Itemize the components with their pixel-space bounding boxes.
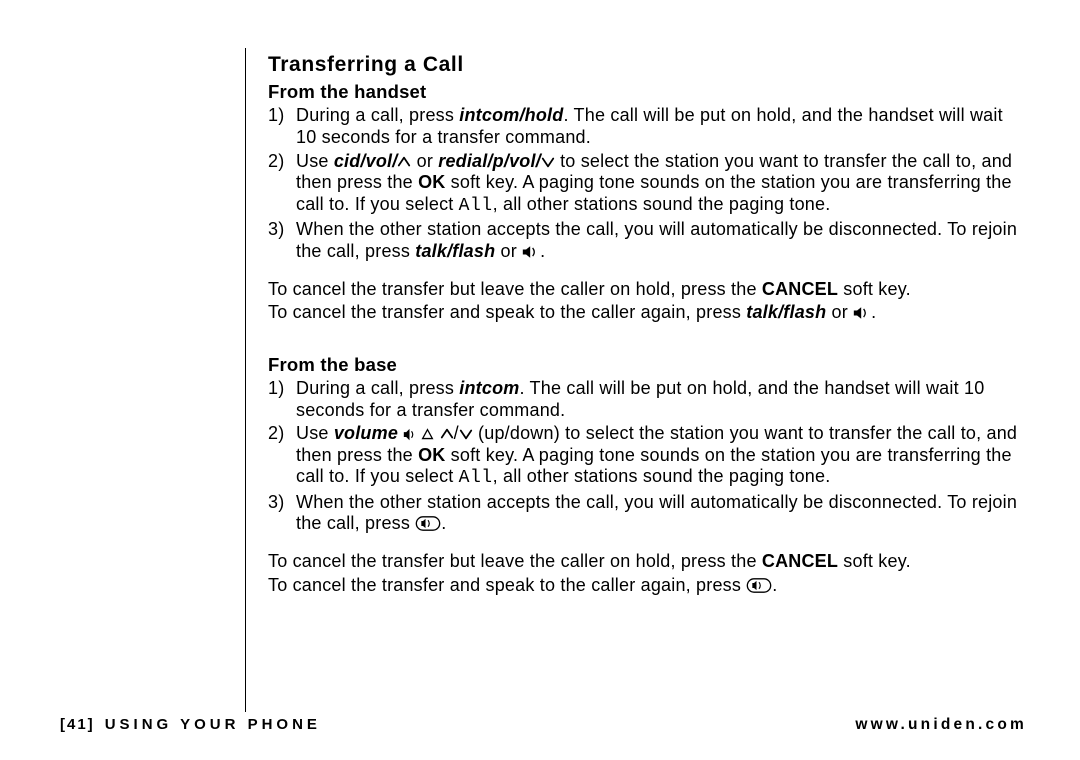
step-text: During a call, press intcom. The call wi… xyxy=(296,378,1028,421)
handset-steps: 1) During a call, press intcom/hold. The… xyxy=(268,105,1028,262)
ok-softkey: OK xyxy=(418,172,445,192)
cancel-softkey: CANCEL xyxy=(762,551,838,571)
speaker-button-icon xyxy=(746,578,772,593)
cancel-speak: To cancel the transfer and speak to the … xyxy=(268,302,1028,324)
step-number: 3) xyxy=(268,219,296,262)
step-text: Use volume / (up/down) to select the sta… xyxy=(296,423,1028,490)
step-text: When the other station accepts the call,… xyxy=(296,219,1028,262)
cancel-hold: To cancel the transfer but leave the cal… xyxy=(268,551,1028,573)
base-cancel: To cancel the transfer but leave the cal… xyxy=(268,551,1028,596)
chevron-up-icon xyxy=(397,155,411,169)
vertical-rule xyxy=(245,48,246,712)
base-steps: 1) During a call, press intcom. The call… xyxy=(268,378,1028,535)
chevron-down-icon xyxy=(541,155,555,169)
step-number: 3) xyxy=(268,492,296,535)
footer-url: www.uniden.com xyxy=(855,716,1027,734)
footer-left: [41] USING YOUR PHONE xyxy=(60,716,321,733)
speaker-small-icon xyxy=(403,428,416,441)
chevron-up-icon xyxy=(440,427,454,441)
step-number: 2) xyxy=(268,423,296,490)
key-talk-flash: talk/flash xyxy=(746,302,826,322)
speaker-button-icon xyxy=(415,516,441,531)
cancel-hold: To cancel the transfer but leave the cal… xyxy=(268,279,1028,301)
base-heading: From the base xyxy=(268,354,1028,376)
step-text: Use cid/vol/ or redial/p/vol/ to select … xyxy=(296,151,1028,218)
handset-cancel: To cancel the transfer but leave the cal… xyxy=(268,279,1028,324)
step-number: 1) xyxy=(268,105,296,148)
step-text: During a call, press intcom/hold. The ca… xyxy=(296,105,1028,148)
step-number: 1) xyxy=(268,378,296,421)
key-talk-flash: talk/flash xyxy=(415,241,495,261)
triangle-up-icon xyxy=(421,428,434,441)
cancel-speak: To cancel the transfer and speak to the … xyxy=(268,575,1028,597)
step-text: When the other station accepts the call,… xyxy=(296,492,1028,535)
cancel-softkey: CANCEL xyxy=(762,279,838,299)
speaker-icon xyxy=(853,306,871,320)
step-number: 2) xyxy=(268,151,296,218)
speaker-icon xyxy=(522,245,540,259)
display-all: All xyxy=(459,468,493,488)
display-all: All xyxy=(459,196,493,216)
key-intcom-hold: intcom/hold xyxy=(459,105,563,125)
key-volume: volume xyxy=(334,423,398,443)
key-redial-p-vol-down: redial/p/vol/ xyxy=(438,151,541,171)
section-title: Transferring a Call xyxy=(268,52,1028,77)
key-cid-vol-up: cid/vol/ xyxy=(334,151,398,171)
chevron-down-icon xyxy=(459,427,473,441)
main-content: Transferring a Call From the handset 1) … xyxy=(268,52,1028,612)
footer-section: USING YOUR PHONE xyxy=(105,716,321,733)
ok-softkey: OK xyxy=(418,445,445,465)
handset-heading: From the handset xyxy=(268,81,1028,103)
page-number: [41] xyxy=(60,716,95,733)
page-footer: [41] USING YOUR PHONE www.uniden.com xyxy=(60,716,1027,734)
key-intcom: intcom xyxy=(459,378,519,398)
